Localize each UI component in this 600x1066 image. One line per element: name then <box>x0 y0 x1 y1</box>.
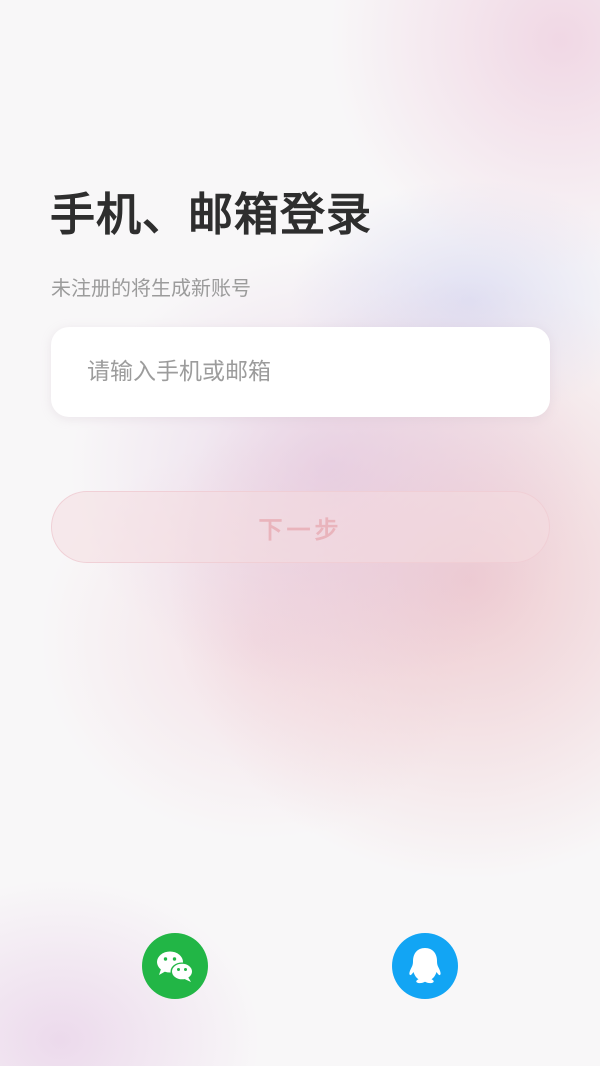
qq-login-button[interactable] <box>392 933 458 999</box>
page-subtitle: 未注册的将生成新账号 <box>51 276 251 300</box>
phone-or-email-input[interactable] <box>51 327 550 417</box>
next-step-button[interactable]: 下一步 <box>51 491 550 563</box>
qq-icon <box>392 933 458 999</box>
wechat-icon <box>142 933 208 999</box>
wechat-login-button[interactable] <box>142 933 208 999</box>
page-title: 手机、邮箱登录 <box>50 188 373 241</box>
login-screen: 手机、邮箱登录 未注册的将生成新账号 下一步 <box>0 0 600 1066</box>
